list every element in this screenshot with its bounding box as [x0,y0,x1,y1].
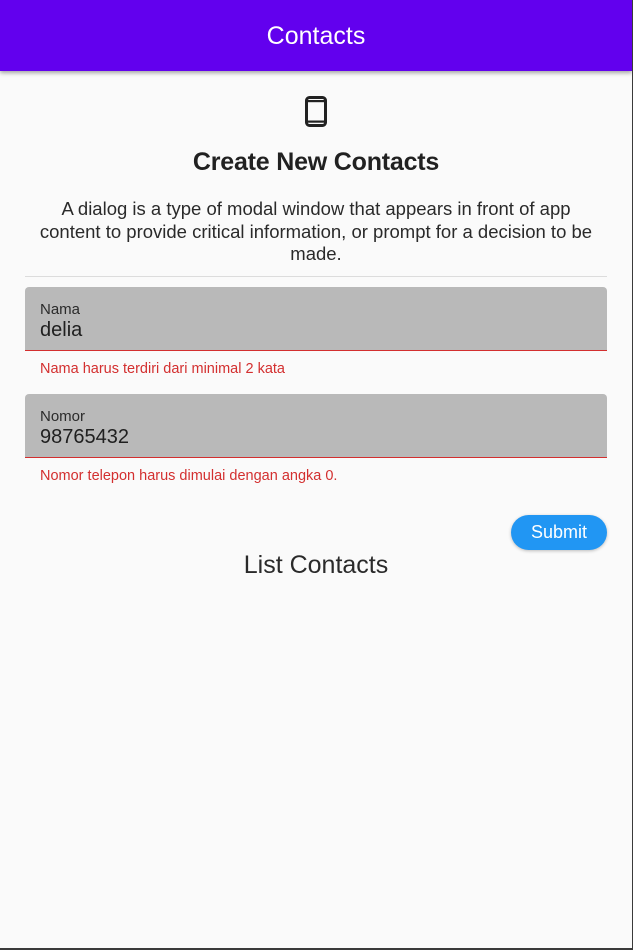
app-window: Contacts Create New Contacts A dialog is… [0,0,632,948]
phone-input[interactable] [40,424,592,449]
page-description: A dialog is a type of modal window that … [39,198,593,264]
phone-error-text: Nomor telepon harus dimulai dengan angka… [40,467,338,484]
app-bar: Contacts [0,0,632,71]
phone-field[interactable]: Nomor [25,393,607,458]
name-error-text: Nama harus terdiri dari minimal 2 kata [40,360,285,377]
main-content: Create New Contacts A dialog is a type o… [0,71,632,580]
name-field[interactable]: Nama [25,286,607,351]
name-input[interactable] [40,317,592,342]
page-title: Create New Contacts [192,148,440,176]
submit-row: Submit [25,514,607,550]
smartphone-icon [305,96,327,127]
divider [25,275,607,277]
app-bar-title: Contacts [266,22,366,50]
submit-button[interactable]: Submit [511,514,607,550]
name-field-label: Nama [40,300,81,318]
list-contacts-title: List Contacts [243,550,389,579]
phone-field-label: Nomor [40,407,86,425]
header-icon-wrap [25,71,607,127]
